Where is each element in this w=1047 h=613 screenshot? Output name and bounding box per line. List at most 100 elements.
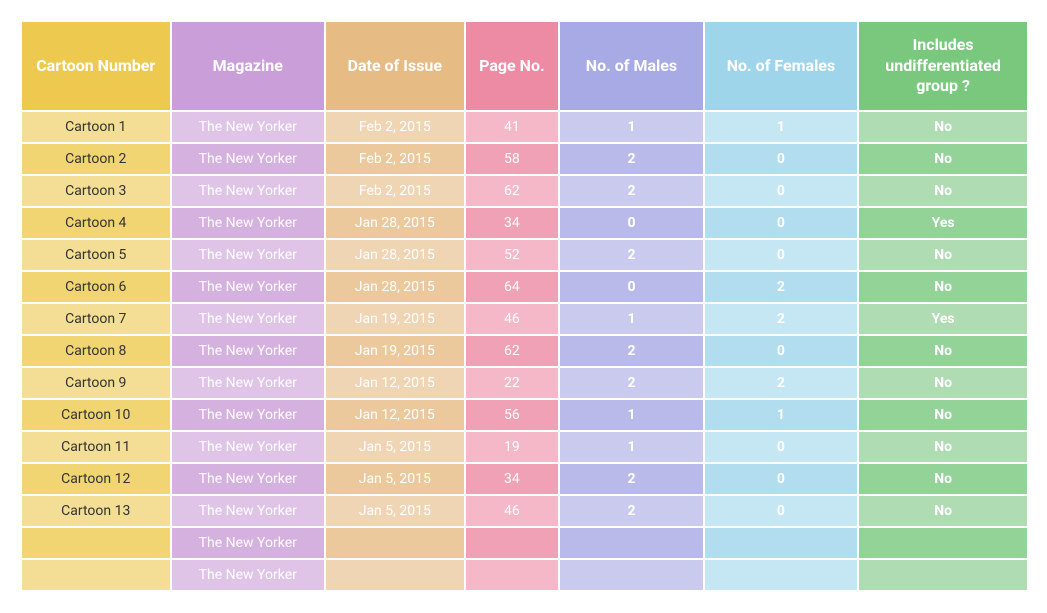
cell-cartoon: Cartoon 2: [21, 143, 171, 175]
table-row: Cartoon 4 The New Yorker Jan 28, 2015 34…: [21, 207, 1028, 239]
cell-undiff: [858, 559, 1028, 591]
col-header-page: Page No.: [465, 21, 560, 111]
cell-males: 0: [559, 271, 703, 303]
cell-page: 19: [465, 431, 560, 463]
cell-page: 34: [465, 207, 560, 239]
cell-date: Jan 28, 2015: [325, 207, 464, 239]
cell-page: 58: [465, 143, 560, 175]
col-header-magazine: Magazine: [171, 21, 326, 111]
cell-undiff: No: [858, 143, 1028, 175]
cell-males: 2: [559, 239, 703, 271]
cell-page: [465, 527, 560, 559]
cell-undiff: No: [858, 111, 1028, 143]
cell-page: 62: [465, 175, 560, 207]
cell-females: 0: [704, 143, 859, 175]
cell-page: [465, 559, 560, 591]
cell-undiff: No: [858, 431, 1028, 463]
table-row: The New Yorker: [21, 527, 1028, 559]
col-header-females: No. of Females: [704, 21, 859, 111]
cell-undiff: No: [858, 239, 1028, 271]
cell-cartoon: Cartoon 5: [21, 239, 171, 271]
cell-undiff: No: [858, 271, 1028, 303]
cell-cartoon: Cartoon 4: [21, 207, 171, 239]
col-header-date: Date of Issue: [325, 21, 464, 111]
cell-magazine: The New Yorker: [171, 335, 326, 367]
cell-females: 0: [704, 207, 859, 239]
table-row: Cartoon 6 The New Yorker Jan 28, 2015 64…: [21, 271, 1028, 303]
cell-magazine: The New Yorker: [171, 431, 326, 463]
cell-cartoon: Cartoon 9: [21, 367, 171, 399]
cell-date: Jan 19, 2015: [325, 335, 464, 367]
cell-cartoon: Cartoon 12: [21, 463, 171, 495]
cell-date: Jan 12, 2015: [325, 399, 464, 431]
cell-magazine: The New Yorker: [171, 239, 326, 271]
cell-cartoon: Cartoon 10: [21, 399, 171, 431]
cell-magazine: The New Yorker: [171, 207, 326, 239]
cell-page: 64: [465, 271, 560, 303]
cell-cartoon: Cartoon 1: [21, 111, 171, 143]
table-header-row: Cartoon Number Magazine Date of Issue Pa…: [21, 21, 1028, 111]
cell-females: 2: [704, 303, 859, 335]
table-row: Cartoon 11 The New Yorker Jan 5, 2015 19…: [21, 431, 1028, 463]
cell-page: 34: [465, 463, 560, 495]
cell-undiff: No: [858, 335, 1028, 367]
table-row: Cartoon 8 The New Yorker Jan 19, 2015 62…: [21, 335, 1028, 367]
cell-males: 2: [559, 335, 703, 367]
cell-females: [704, 559, 859, 591]
cell-undiff: No: [858, 463, 1028, 495]
cell-females: 0: [704, 463, 859, 495]
cell-page: 46: [465, 495, 560, 527]
cell-date: [325, 527, 464, 559]
cell-date: Feb 2, 2015: [325, 175, 464, 207]
cell-date: Jan 12, 2015: [325, 367, 464, 399]
cell-males: 2: [559, 463, 703, 495]
cell-date: Feb 2, 2015: [325, 143, 464, 175]
cell-females: 0: [704, 431, 859, 463]
cell-magazine: The New Yorker: [171, 111, 326, 143]
col-header-males: No. of Males: [559, 21, 703, 111]
cell-date: Jan 5, 2015: [325, 463, 464, 495]
cell-undiff: Yes: [858, 207, 1028, 239]
table-row: Cartoon 1 The New Yorker Feb 2, 2015 41 …: [21, 111, 1028, 143]
cell-undiff: No: [858, 175, 1028, 207]
cell-magazine: The New Yorker: [171, 399, 326, 431]
cell-males: 1: [559, 303, 703, 335]
table-row: Cartoon 3 The New Yorker Feb 2, 2015 62 …: [21, 175, 1028, 207]
cell-females: 0: [704, 495, 859, 527]
cartoon-table: Cartoon Number Magazine Date of Issue Pa…: [20, 20, 1029, 592]
cell-males: 1: [559, 111, 703, 143]
cell-undiff: No: [858, 399, 1028, 431]
cell-cartoon: Cartoon 6: [21, 271, 171, 303]
table-row: Cartoon 10 The New Yorker Jan 12, 2015 5…: [21, 399, 1028, 431]
cell-undiff: [858, 527, 1028, 559]
table-row: Cartoon 9 The New Yorker Jan 12, 2015 22…: [21, 367, 1028, 399]
cell-cartoon: Cartoon 3: [21, 175, 171, 207]
table-row: Cartoon 7 The New Yorker Jan 19, 2015 46…: [21, 303, 1028, 335]
table-row: Cartoon 13 The New Yorker Jan 5, 2015 46…: [21, 495, 1028, 527]
cell-cartoon: Cartoon 7: [21, 303, 171, 335]
cell-cartoon: [21, 527, 171, 559]
cell-cartoon: [21, 559, 171, 591]
cell-date: Jan 5, 2015: [325, 431, 464, 463]
cell-magazine: The New Yorker: [171, 303, 326, 335]
cell-males: [559, 527, 703, 559]
cell-males: 1: [559, 399, 703, 431]
cell-page: 46: [465, 303, 560, 335]
cell-undiff: No: [858, 367, 1028, 399]
cell-males: [559, 559, 703, 591]
cell-cartoon: Cartoon 13: [21, 495, 171, 527]
cell-page: 62: [465, 335, 560, 367]
table-row: Cartoon 12 The New Yorker Jan 5, 2015 34…: [21, 463, 1028, 495]
cell-males: 1: [559, 431, 703, 463]
col-header-cartoon-number: Cartoon Number: [21, 21, 171, 111]
cell-females: 1: [704, 399, 859, 431]
cell-magazine: The New Yorker: [171, 143, 326, 175]
cell-males: 0: [559, 207, 703, 239]
cell-undiff: No: [858, 495, 1028, 527]
cell-magazine: The New Yorker: [171, 367, 326, 399]
cell-males: 2: [559, 367, 703, 399]
table-row: Cartoon 2 The New Yorker Feb 2, 2015 58 …: [21, 143, 1028, 175]
cell-females: 0: [704, 239, 859, 271]
cell-date: Jan 28, 2015: [325, 271, 464, 303]
cell-females: 0: [704, 175, 859, 207]
